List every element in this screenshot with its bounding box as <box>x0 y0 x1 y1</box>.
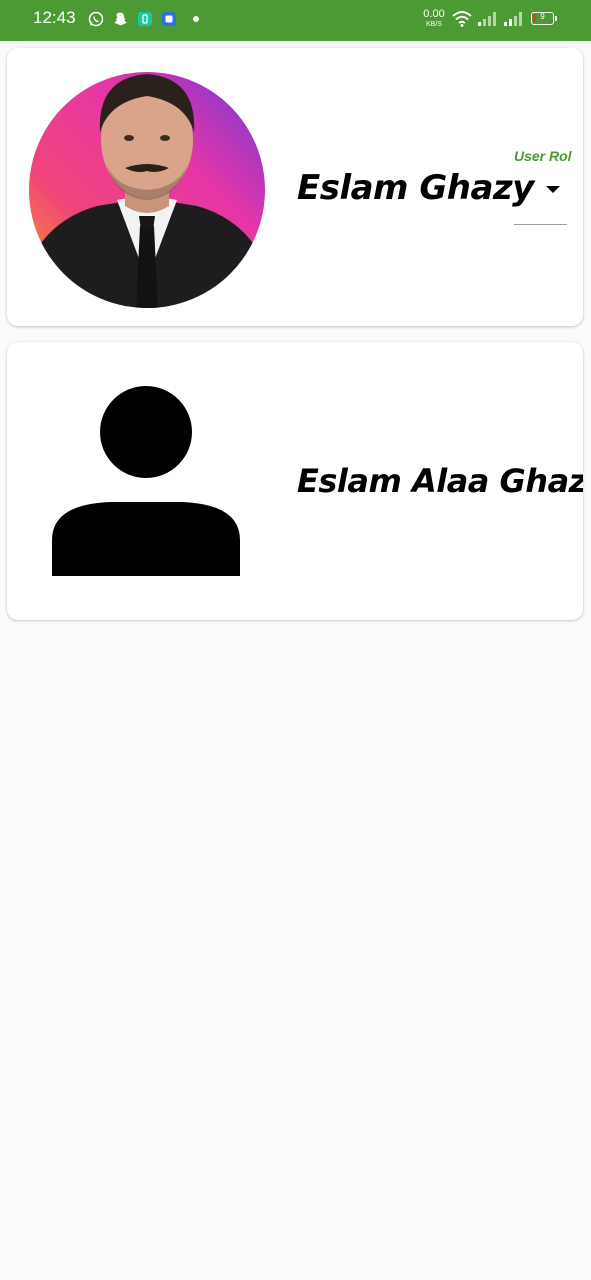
signal-icon <box>504 12 522 26</box>
whatsapp-icon <box>88 11 104 27</box>
app-icon <box>162 12 176 26</box>
speed-unit: KB/S <box>426 21 442 28</box>
status-bar: 12:43 0.00 KB/S 9 <box>0 0 591 41</box>
snapchat-icon <box>114 12 127 26</box>
battery-level: 9 <box>540 12 545 21</box>
network-speed: 0.00 KB/S <box>421 8 447 29</box>
user-name: Eslam Alaa Ghazy <box>297 462 583 500</box>
signal-icon <box>478 12 496 26</box>
status-time: 12:43 <box>33 8 76 27</box>
battery-icon: 9 <box>531 12 557 25</box>
user-name: Eslam Ghazy <box>297 168 534 208</box>
wifi-icon <box>452 11 472 27</box>
user-role-dropdown[interactable] <box>514 172 567 225</box>
user-card[interactable]: Eslam Ghazy User Rol <box>7 48 583 326</box>
profile-photo <box>29 72 265 308</box>
notification-dot <box>193 16 199 22</box>
battery-saver-icon <box>138 12 152 26</box>
dropdown-arrow-icon[interactable] <box>546 186 560 193</box>
person-placeholder-icon <box>52 386 240 576</box>
user-role-label: User Rol <box>514 148 572 164</box>
user-card[interactable]: Eslam Alaa Ghazy <box>7 342 583 620</box>
speed-value: 0.00 <box>423 8 445 20</box>
